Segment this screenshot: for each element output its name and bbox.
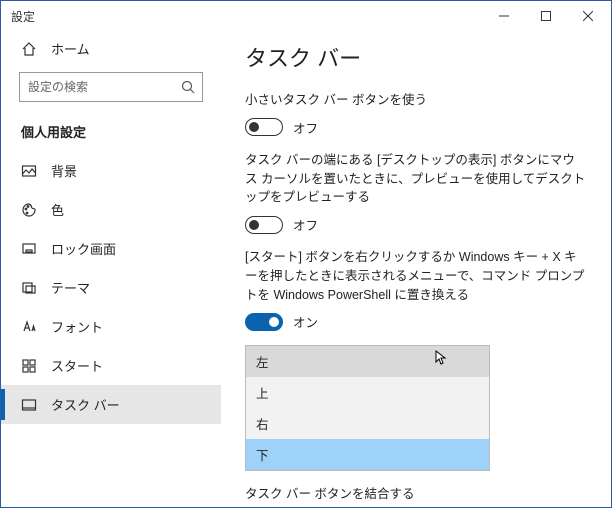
setting-powershell-label: [スタート] ボタンを右クリックするか Windows キー + X キーを押し…	[245, 248, 587, 304]
setting-peek-label: タスク バーの端にある [デスクトップの表示] ボタンにマウス カーソルを置いた…	[245, 151, 587, 207]
sidebar-item-label: テーマ	[51, 278, 90, 297]
theme-icon	[21, 280, 37, 296]
search-icon	[181, 80, 195, 94]
settings-window: 設定 ホーム 個人用設定 背景	[0, 0, 612, 508]
dropdown-option-label: 左	[256, 356, 269, 370]
dropdown-option-label: 下	[256, 449, 269, 463]
taskbar-position-dropdown[interactable]: 左 上 右 下	[245, 345, 490, 471]
sidebar-item-label: 背景	[51, 161, 77, 180]
dropdown-option-left[interactable]: 左	[246, 346, 489, 377]
sidebar-item-start[interactable]: スタート	[1, 346, 221, 385]
toggle-knob	[249, 220, 259, 230]
home-label: ホーム	[51, 39, 90, 58]
sidebar-item-label: スタート	[51, 356, 103, 375]
cursor-icon	[435, 350, 447, 366]
dropdown-option-top[interactable]: 上	[246, 377, 489, 408]
sidebar-item-label: タスク バー	[51, 395, 120, 414]
dropdown-option-label: 上	[256, 387, 269, 401]
minimize-button[interactable]	[483, 2, 525, 30]
content-area: タスク バー 小さいタスク バー ボタンを使う オフ タスク バーの端にある […	[221, 31, 611, 507]
toggle-peek[interactable]	[245, 216, 283, 234]
toggle-state-label: オフ	[293, 118, 318, 137]
sidebar-item-background[interactable]: 背景	[1, 151, 221, 190]
start-icon	[21, 358, 37, 374]
sidebar-item-themes[interactable]: テーマ	[1, 268, 221, 307]
palette-icon	[21, 202, 37, 218]
toggle-row: オン	[245, 312, 587, 331]
taskbar-icon	[21, 397, 37, 413]
close-button[interactable]	[567, 2, 609, 30]
sidebar-item-taskbar[interactable]: タスク バー	[1, 385, 221, 424]
dropdown-option-right[interactable]: 右	[246, 408, 489, 439]
dropdown-option-bottom[interactable]: 下	[246, 439, 489, 470]
sidebar: ホーム 個人用設定 背景 色 ロック画面	[1, 31, 221, 507]
window-body: ホーム 個人用設定 背景 色 ロック画面	[1, 31, 611, 507]
toggle-knob	[269, 317, 279, 327]
setting-small-buttons-label: 小さいタスク バー ボタンを使う	[245, 91, 587, 110]
home-icon	[21, 41, 37, 57]
window-title: 設定	[11, 8, 483, 25]
lock-screen-icon	[21, 241, 37, 257]
sidebar-item-fonts[interactable]: フォント	[1, 307, 221, 346]
toggle-small-buttons[interactable]	[245, 118, 283, 136]
dropdown-option-label: 右	[256, 418, 269, 432]
toggle-row: オフ	[245, 215, 587, 234]
combine-buttons-label: タスク バー ボタンを結合する	[245, 485, 587, 504]
maximize-button[interactable]	[525, 2, 567, 30]
toggle-state-label: オフ	[293, 215, 318, 234]
sidebar-item-colors[interactable]: 色	[1, 190, 221, 229]
search-wrap	[19, 72, 203, 102]
toggle-knob	[249, 122, 259, 132]
titlebar: 設定	[1, 1, 611, 31]
home-button[interactable]: ホーム	[1, 31, 221, 66]
sidebar-section-title: 個人用設定	[1, 116, 221, 151]
search-input[interactable]	[19, 72, 203, 102]
sidebar-item-label: ロック画面	[51, 239, 116, 258]
sidebar-item-label: 色	[51, 200, 64, 219]
page-title: タスク バー	[245, 41, 587, 73]
image-icon	[21, 163, 37, 179]
toggle-powershell[interactable]	[245, 313, 283, 331]
sidebar-item-label: フォント	[51, 317, 103, 336]
toggle-row: オフ	[245, 118, 587, 137]
sidebar-item-lockscreen[interactable]: ロック画面	[1, 229, 221, 268]
toggle-state-label: オン	[293, 312, 318, 331]
font-icon	[21, 319, 37, 335]
